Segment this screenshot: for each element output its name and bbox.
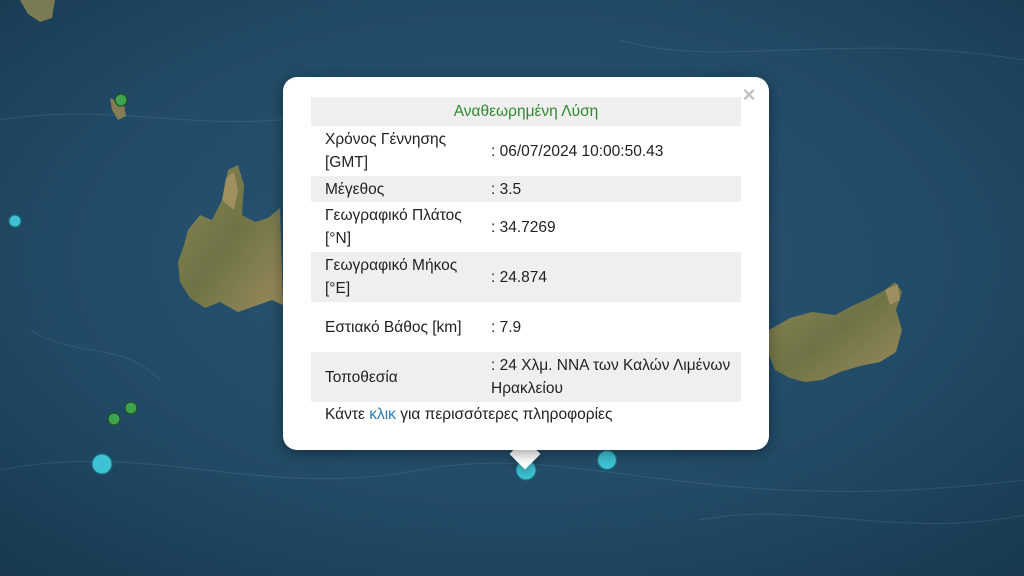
latitude-label: Γεωγραφικό Πλάτος [°N] <box>325 207 462 247</box>
origin-time-value: : 06/07/2024 10:00:50.43 <box>491 142 664 160</box>
earthquake-info-popup: × Αναθεωρημένη Λύση Χρόνος Γέννησης [GMT… <box>283 77 769 450</box>
longitude-value: : 24.874 <box>477 252 741 302</box>
table-row: Γεωγραφικό Πλάτος [°N] : 34.7269 <box>311 202 741 252</box>
location-label: Τοποθεσία <box>311 352 477 402</box>
magnitude-label: Μέγεθος <box>311 176 477 202</box>
table-row: Εστιακό Βάθος [km] : 7.9 <box>311 302 741 352</box>
popup-header: Αναθεωρημένη Λύση <box>311 97 741 126</box>
more-info-text: Κάντε κλικ για περισσότερες πληροφορίες <box>325 406 612 424</box>
depth-label: Εστιακό Βάθος [km] <box>325 318 462 336</box>
more-info-suffix: για περισσότερες πληροφορίες <box>395 406 613 423</box>
table-row: Χρόνος Γέννησης [GMT] : 06/07/2024 10:00… <box>311 126 741 176</box>
earthquake-marker[interactable] <box>114 93 128 107</box>
earthquake-marker[interactable] <box>596 449 618 471</box>
earthquake-marker[interactable] <box>107 412 121 426</box>
table-row: Μέγεθος : 3.5 <box>311 176 741 202</box>
longitude-label: Γεωγραφικό Μήκος [°E] <box>311 252 477 302</box>
table-row: Τοποθεσία : 24 Χλμ. ΝΝΑ των Καλών Λιμένω… <box>311 352 741 402</box>
earthquake-marker[interactable] <box>91 453 113 475</box>
earthquake-marker[interactable] <box>8 214 22 228</box>
close-icon[interactable]: × <box>739 81 759 109</box>
more-info-link[interactable]: κλικ <box>369 406 396 423</box>
more-info-prefix: Κάντε <box>325 406 370 423</box>
earthquake-details-table: Αναθεωρημένη Λύση Χρόνος Γέννησης [GMT] … <box>311 97 741 402</box>
location-value: : 24 Χλμ. ΝΝΑ των Καλών Λιμένων Ηρακλείο… <box>477 352 741 402</box>
magnitude-value: : 3.5 <box>477 176 741 202</box>
table-row: Γεωγραφικό Μήκος [°E] : 24.874 <box>311 252 741 302</box>
depth-value: : 7.9 <box>491 318 522 336</box>
earthquake-marker[interactable] <box>124 401 138 415</box>
origin-time-label: Χρόνος Γέννησης [GMT] <box>325 131 447 171</box>
latitude-value: : 34.7269 <box>491 218 556 236</box>
